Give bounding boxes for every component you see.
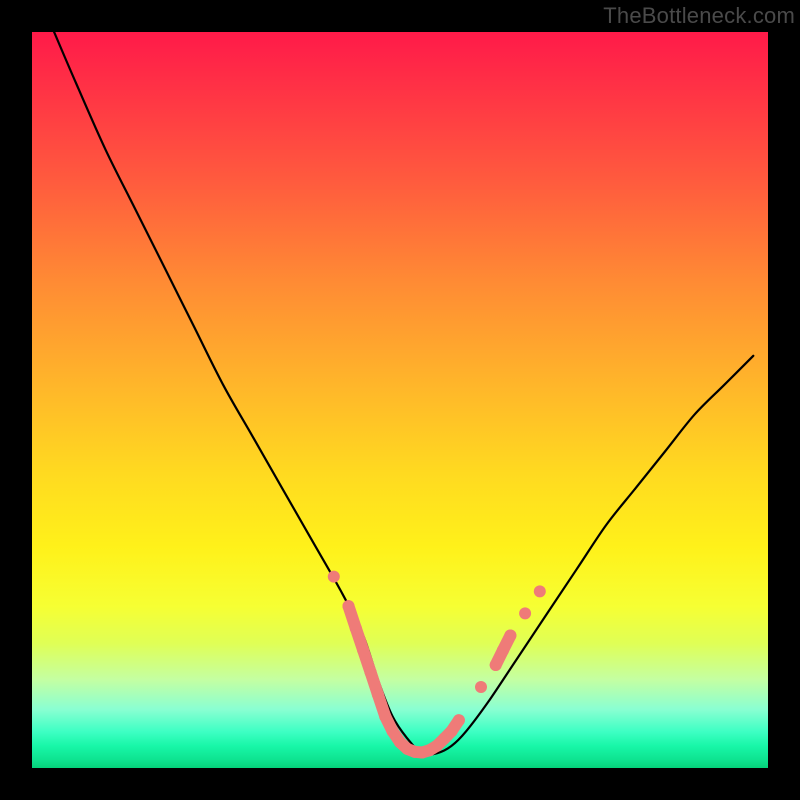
highlight-marker — [504, 630, 516, 642]
highlight-marker — [475, 681, 487, 693]
outer-frame: TheBottleneck.com — [0, 0, 800, 800]
highlight-marker — [453, 714, 465, 726]
highlight-marker — [328, 571, 340, 583]
chart-svg — [32, 32, 768, 768]
highlight-marker — [519, 607, 531, 619]
bottleneck-curve-path — [54, 32, 753, 755]
highlight-marker — [534, 585, 546, 597]
watermark-text: TheBottleneck.com — [603, 3, 795, 29]
plot-area — [32, 32, 768, 768]
